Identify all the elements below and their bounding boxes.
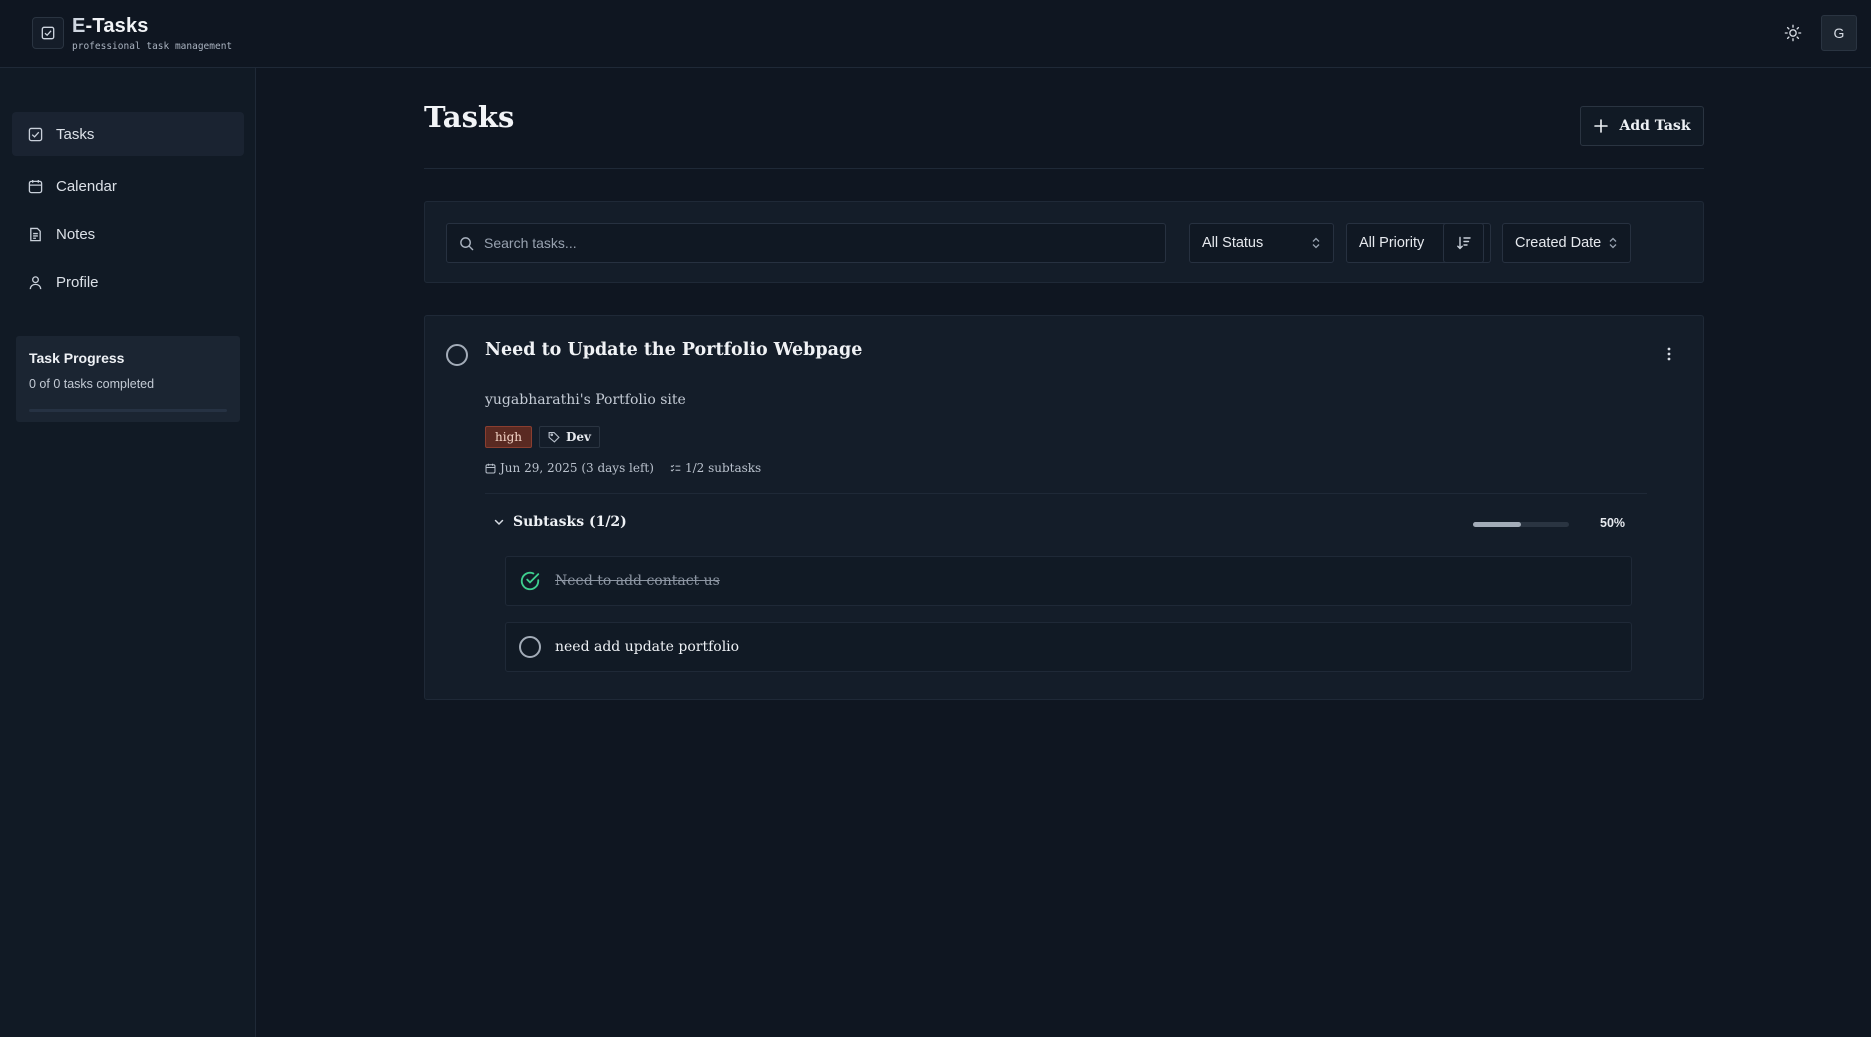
progress-summary: 0 of 0 tasks completed	[29, 377, 155, 391]
subtask-label: need add update portfolio	[555, 639, 740, 655]
search-input[interactable]	[484, 235, 1144, 251]
more-options-icon[interactable]	[1661, 344, 1677, 364]
brand: E-Tasks professional task management	[72, 15, 232, 52]
subtask-checkbox[interactable]	[519, 636, 541, 658]
file-text-icon	[28, 226, 44, 242]
add-task-label: Add Task	[1619, 118, 1691, 134]
sidebar: Tasks Calendar Notes Profile Task Progre…	[0, 68, 256, 1037]
task-progress-card: Task Progress 0 of 0 tasks completed	[16, 336, 240, 422]
sidebar-item-notes[interactable]: Notes	[12, 212, 244, 256]
priority-filter-value: All Priority	[1359, 235, 1425, 251]
subtasks-header: Subtasks (1/2)	[513, 514, 627, 530]
sidebar-item-label: Tasks	[56, 125, 95, 143]
progress-bar	[29, 409, 227, 412]
chevron-updown-icon	[1311, 237, 1321, 249]
sort-by-select[interactable]: Created Date	[1502, 223, 1631, 263]
subtask-label: Need to add contact us	[555, 573, 720, 589]
subtask-progress-bar	[1473, 522, 1569, 527]
due-date: Jun 29, 2025 (3 days left)	[500, 461, 654, 475]
sidebar-item-tasks[interactable]: Tasks	[12, 112, 244, 156]
tag-icon	[548, 431, 560, 443]
status-filter-select[interactable]: All Status	[1189, 223, 1334, 263]
brand-name: -Tasks	[85, 15, 149, 37]
sort-by-value: Created Date	[1515, 235, 1602, 251]
priority-badge: high	[485, 426, 532, 448]
progress-title: Task Progress	[29, 350, 125, 366]
brand-tagline: professional task management	[72, 41, 233, 52]
plus-icon	[1593, 118, 1609, 134]
top-bar: E-Tasks professional task management G	[0, 0, 1871, 68]
brand-initial: E	[72, 15, 86, 37]
task-card: Need to Update the Portfolio Webpage yug…	[424, 315, 1704, 700]
sidebar-item-profile[interactable]: Profile	[12, 260, 244, 304]
calendar-icon	[28, 178, 44, 194]
calendar-icon	[485, 463, 496, 474]
subtask-item[interactable]: Need to add contact us	[505, 556, 1632, 606]
task-description: yugabharathi's Portfolio site	[485, 392, 686, 408]
sidebar-item-label: Notes	[56, 225, 96, 243]
task-complete-checkbox[interactable]	[446, 344, 468, 366]
divider	[424, 168, 1704, 169]
tag-label: Dev	[566, 430, 592, 444]
search-icon	[459, 236, 474, 251]
sidebar-item-calendar[interactable]: Calendar	[12, 164, 244, 208]
subtasks-toggle[interactable]: Subtasks (1/2)	[493, 514, 627, 530]
check-square-icon	[28, 126, 44, 142]
search-box[interactable]	[446, 223, 1166, 263]
task-title[interactable]: Need to Update the Portfolio Webpage	[485, 340, 862, 360]
add-task-button[interactable]: Add Task	[1580, 106, 1704, 146]
page-title: Tasks	[424, 100, 515, 134]
list-checks-icon	[670, 463, 681, 474]
subtask-progress-fill	[1473, 522, 1521, 527]
chevron-down-icon	[493, 516, 505, 528]
theme-toggle-sun-icon[interactable]	[1778, 18, 1808, 48]
chevron-updown-icon	[1608, 237, 1618, 249]
check-circle-icon[interactable]	[519, 570, 541, 592]
sidebar-item-label: Profile	[56, 273, 99, 291]
brand-title: E-Tasks	[72, 15, 232, 38]
sort-direction-button[interactable]	[1443, 223, 1484, 263]
avatar[interactable]: G	[1821, 15, 1857, 51]
subtask-progress-percent: 50%	[1600, 516, 1626, 530]
task-meta: Jun 29, 2025 (3 days left) 1/2 subtasks	[485, 461, 761, 475]
tag-badge: Dev	[539, 426, 601, 448]
logo-check-icon[interactable]	[32, 17, 64, 49]
sidebar-item-label: Calendar	[56, 177, 117, 195]
sort-desc-icon	[1456, 235, 1472, 251]
subtask-item[interactable]: need add update portfolio	[505, 622, 1632, 672]
user-icon	[28, 274, 44, 290]
divider	[485, 493, 1647, 494]
status-filter-value: All Status	[1202, 235, 1264, 251]
subtask-count: 1/2 subtasks	[684, 461, 762, 475]
filter-bar: All Status All Priority Created Date	[424, 201, 1704, 283]
